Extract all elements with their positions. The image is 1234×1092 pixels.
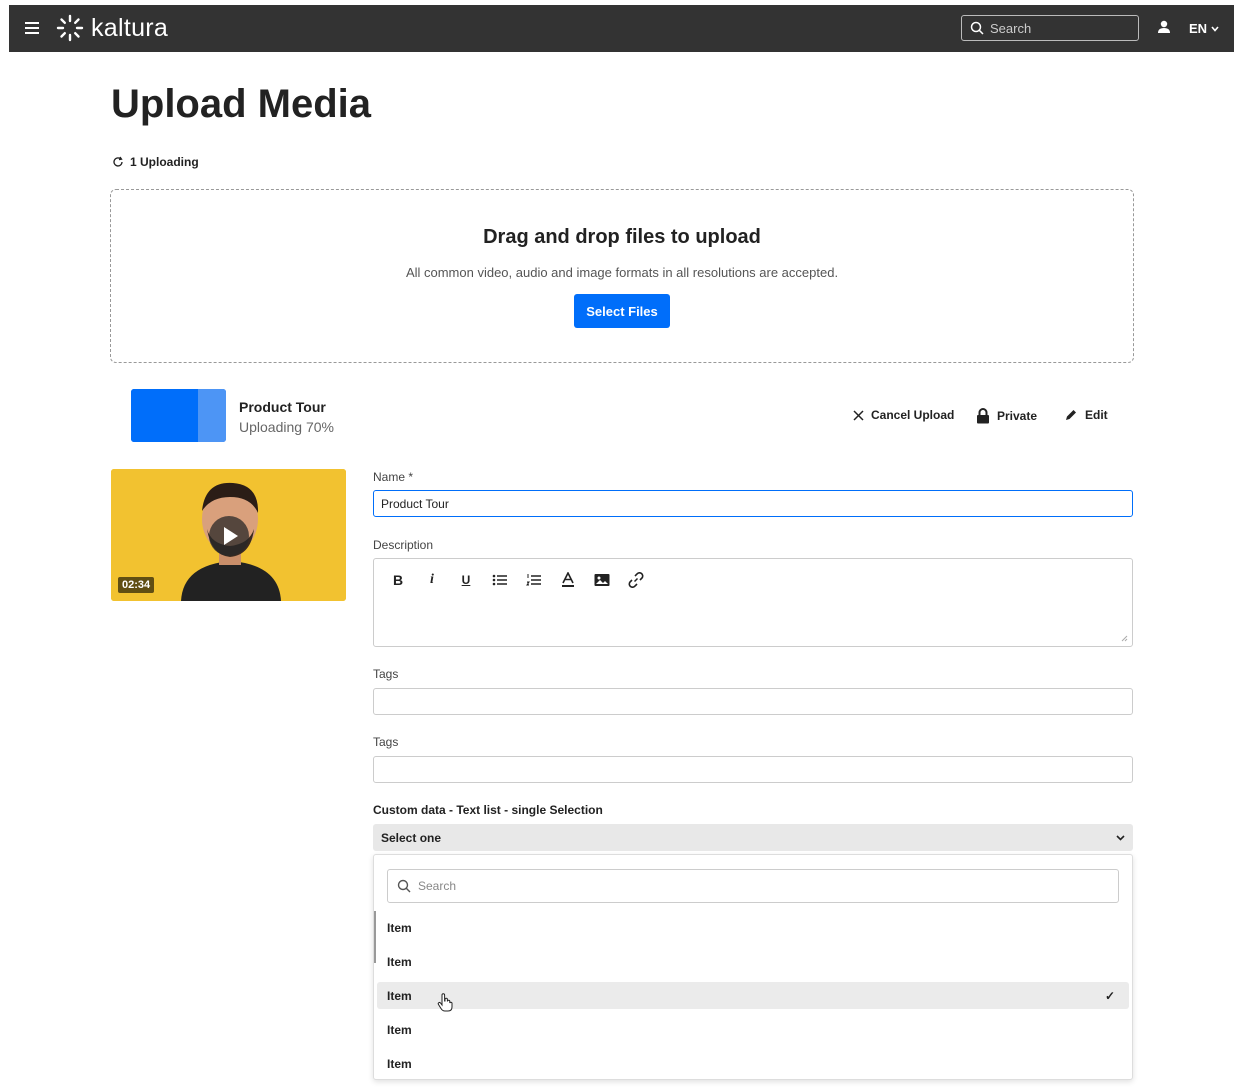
numbered-list-icon[interactable] [524,571,544,589]
close-icon [853,409,864,421]
dropdown-item-label: Item [387,1022,412,1037]
uploading-count: 1 Uploading [130,155,199,169]
description-label: Description [373,538,434,552]
dropdown-search-input[interactable]: Search [387,869,1119,903]
uploading-status: 1 Uploading [112,155,199,169]
lock-icon [977,408,989,424]
dropdown-item[interactable]: Item [377,1050,1129,1077]
dropdown-item-label: Item [387,988,412,1003]
dropdown-item[interactable]: Item [377,1016,1129,1043]
dropdown-item-label: Item [387,1056,412,1071]
italic-icon[interactable]: i [422,571,442,589]
image-icon[interactable] [592,571,612,589]
name-input[interactable] [373,490,1133,517]
kaltura-logo[interactable]: kaltura [55,13,168,43]
editor-toolbar: B i U [388,571,646,589]
upload-progress-remaining [197,389,226,442]
top-bar: kaltura Search EN [9,5,1234,52]
language-selector[interactable]: EN [1189,21,1219,36]
chevron-down-icon [1211,25,1219,32]
menu-icon[interactable] [25,19,39,37]
dropdown-item[interactable]: Item [377,948,1129,975]
edit-label: Edit [1085,408,1108,422]
bullet-list-icon[interactable] [490,571,510,589]
custom-data-label: Custom data - Text list - single Selecti… [373,803,603,817]
kaltura-logo-icon [56,14,84,42]
dropdown-item-label: Item [387,920,412,935]
pencil-icon [1066,410,1076,420]
chevron-down-icon [1116,834,1125,841]
privacy-button[interactable]: Private [976,408,1037,424]
upload-progress-fill [131,389,198,442]
tags-input[interactable] [373,688,1133,715]
tags-label-secondary: Tags [373,735,399,749]
duration-badge: 02:34 [118,577,155,593]
search-icon [397,879,411,893]
description-editor[interactable]: B i U [373,558,1133,647]
dropdown-search-placeholder: Search [418,879,457,893]
language-label: EN [1189,21,1208,36]
cancel-upload-label: Cancel Upload [871,408,955,422]
header-search-input[interactable]: Search [961,15,1139,41]
hand-cursor-icon [437,993,453,1012]
dropdown-scrollbar[interactable] [374,911,376,963]
resize-handle-icon[interactable] [1121,635,1128,642]
logo-text: kaltura [91,13,169,42]
page-title: Upload Media [111,82,372,126]
refresh-icon [113,156,123,167]
tags-label: Tags [373,667,399,681]
upload-item-status: Uploading 70% [239,419,334,435]
upload-dropzone[interactable]: Drag and drop files to upload All common… [110,189,1134,363]
user-icon[interactable] [1157,20,1171,39]
link-icon[interactable] [626,571,646,589]
custom-data-select[interactable]: Select one [373,824,1133,851]
select-dropdown: Search Item Item Item ✓ Item Item [373,854,1133,1080]
name-label: Name * [373,470,414,484]
upload-item-name: Product Tour [239,399,326,415]
dropzone-title: Drag and drop files to upload [483,226,761,248]
bold-icon[interactable]: B [388,571,408,589]
video-thumbnail[interactable]: 02:34 [111,469,346,601]
header-search-placeholder: Search [990,20,1032,36]
dropdown-item-label: Item [387,954,412,969]
dropdown-item[interactable]: Item [377,914,1129,941]
cancel-upload-button[interactable]: Cancel Upload [853,408,954,422]
dropdown-item-selected[interactable]: Item ✓ [377,982,1129,1009]
dropzone-subtitle: All common video, audio and image format… [405,265,839,280]
search-icon [970,21,984,35]
privacy-label: Private [997,409,1038,423]
underline-icon[interactable]: U [456,571,476,589]
tags-input-secondary[interactable] [373,756,1133,783]
checkmark-icon: ✓ [1104,988,1115,1003]
select-files-button[interactable]: Select Files [574,294,670,328]
edit-button[interactable]: Edit [1064,408,1108,422]
upload-progress-thumbnail [131,389,226,442]
select-value: Select one [381,830,442,845]
play-button[interactable] [209,516,249,556]
text-color-icon[interactable] [558,571,578,589]
